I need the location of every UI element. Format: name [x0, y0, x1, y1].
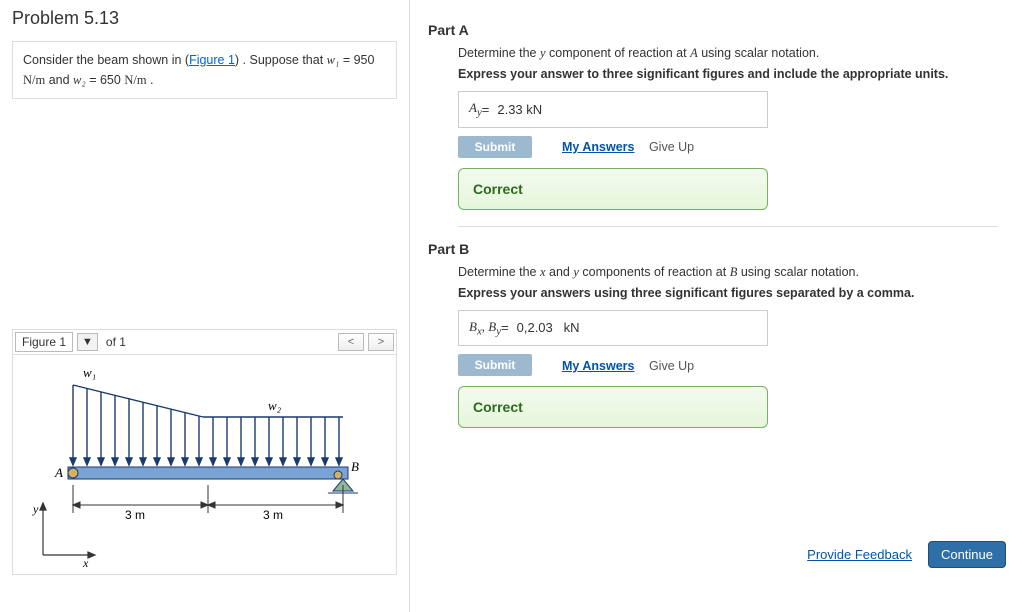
pb-usp — [553, 320, 564, 335]
part-b-buttons: Submit My Answers Give Up — [458, 354, 1006, 376]
label-y: y — [32, 502, 39, 516]
intro-text2: ) . Suppose that — [235, 53, 327, 67]
part-a-submit[interactable]: Submit — [458, 136, 532, 158]
part-b-feedback: Correct — [458, 386, 768, 428]
part-a-my-answers[interactable]: My Answers — [562, 140, 634, 154]
continue-button[interactable]: Continue — [928, 541, 1006, 568]
pb-and: and — [546, 265, 574, 279]
label-A: A — [54, 465, 63, 480]
part-b-title: Part B — [428, 241, 1006, 257]
w2-unit: N/m — [124, 73, 146, 87]
intro-end: . — [147, 73, 154, 87]
pb-pre: Determine the — [458, 265, 540, 279]
figure-toolbar: Figure 1 ▼ of 1 < > — [12, 329, 397, 355]
pb-post: using scalar notation. — [737, 265, 859, 279]
left-pane: Problem 5.13 Consider the beam shown in … — [0, 0, 410, 612]
problem-intro: Consider the beam shown in (Figure 1) . … — [12, 41, 397, 99]
pb-mid: components of reaction at — [579, 265, 730, 279]
part-a-feedback: Correct — [458, 168, 768, 210]
pa-varlabel: A — [469, 100, 477, 115]
footer: Provide Feedback Continue — [807, 541, 1006, 568]
problem-title: Problem 5.13 — [12, 8, 397, 29]
pa-mid: component of reaction at — [546, 46, 691, 60]
part-a-answer: Ay = 2.33 kN — [458, 91, 768, 128]
part-b-prompt: Determine the x and y components of reac… — [458, 265, 1006, 280]
w2-eq: = 650 — [86, 73, 125, 87]
w1-name: w₁ — [327, 53, 340, 67]
label-w1: w₁ — [83, 365, 96, 380]
figure-label: Figure 1 — [15, 332, 73, 352]
w2-name: w₂ — [73, 73, 86, 87]
figure-dropdown[interactable]: ▼ — [77, 333, 98, 351]
intro-text: Consider the beam shown in ( — [23, 53, 189, 67]
label-B: B — [351, 459, 359, 474]
part-b-answer: Bx, By = 0,2.03 kN — [458, 310, 768, 347]
part-a-prompt: Determine the y component of reaction at… — [458, 46, 1006, 61]
label-x: x — [82, 556, 89, 570]
figure-prev[interactable]: < — [338, 333, 364, 351]
part-a-give-up[interactable]: Give Up — [649, 140, 694, 154]
pb-vl: B — [469, 319, 477, 334]
w1-unit: N/m — [23, 73, 45, 87]
figure-body: w₁ w₂ A B 3 m 3 m y x — [12, 355, 397, 575]
part-a-buttons: Submit My Answers Give Up — [458, 136, 1006, 158]
label-dim1: 3 m — [125, 508, 145, 522]
part-b-my-answers[interactable]: My Answers — [562, 359, 634, 373]
figure-next[interactable]: > — [368, 333, 394, 351]
pa-value: 2.33 kN — [497, 102, 542, 117]
part-a-instruction: Express your answer to three significant… — [458, 67, 1006, 81]
figure-link[interactable]: Figure 1 — [189, 53, 235, 67]
pb-unit: kN — [564, 320, 580, 335]
pb-value: 0,2.03 — [517, 320, 553, 335]
separator-a — [458, 226, 998, 227]
intro-and: and — [45, 73, 73, 87]
right-pane: Part A Determine the y component of reac… — [410, 0, 1024, 612]
pb-eq: = — [501, 320, 509, 335]
part-b-instruction: Express your answers using three signifi… — [458, 286, 1006, 300]
pa-post: using scalar notation. — [698, 46, 820, 60]
figure-of: of 1 — [102, 335, 130, 349]
part-a-title: Part A — [428, 22, 1006, 38]
part-b-give-up[interactable]: Give Up — [649, 359, 694, 373]
pa-eq: = — [482, 102, 490, 117]
label-dim2: 3 m — [263, 508, 283, 522]
part-b-submit[interactable]: Submit — [458, 354, 532, 376]
pa-pt: A — [690, 46, 698, 60]
provide-feedback-link[interactable]: Provide Feedback — [807, 547, 912, 562]
pa-pre: Determine the — [458, 46, 540, 60]
beam-diagram: w₁ w₂ A B 3 m 3 m y x — [13, 355, 397, 575]
w1-eq: = 950 — [339, 53, 374, 67]
label-w2: w₂ — [268, 398, 282, 413]
